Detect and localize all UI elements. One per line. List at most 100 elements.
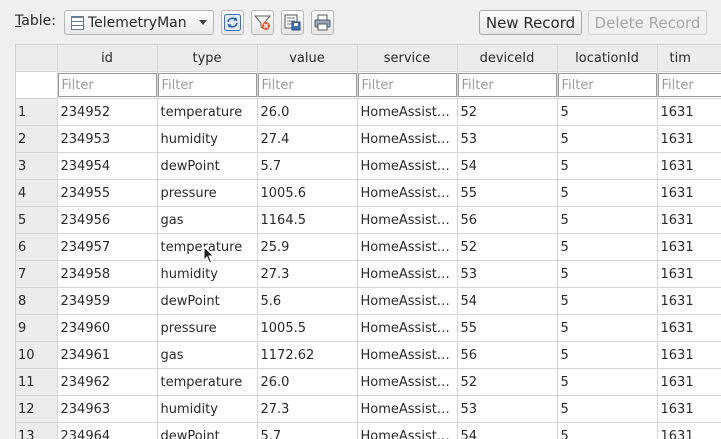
cell-value[interactable]: 26.0 bbox=[257, 369, 357, 396]
cell-deviceid[interactable]: 52 bbox=[457, 369, 557, 396]
table-row[interactable]: 11234962temperature26.0HomeAssist…525163… bbox=[16, 369, 721, 396]
refresh-button[interactable] bbox=[221, 10, 244, 35]
cell-locationid[interactable]: 5 bbox=[557, 369, 657, 396]
cell-id[interactable]: 234963 bbox=[57, 396, 157, 423]
cell-service[interactable]: HomeAssist… bbox=[357, 207, 457, 234]
cell-type[interactable]: pressure bbox=[157, 180, 257, 207]
filter-input-tim[interactable] bbox=[658, 73, 721, 97]
cell-id[interactable]: 234960 bbox=[57, 315, 157, 342]
cell-locationid[interactable]: 5 bbox=[557, 315, 657, 342]
column-header-service[interactable]: service bbox=[357, 45, 457, 72]
table-row[interactable]: 4234955pressure1005.6HomeAssist…5551631 bbox=[16, 180, 721, 207]
table-row[interactable]: 10234961gas1172.62HomeAssist…5651631 bbox=[16, 342, 721, 369]
cell-type[interactable]: gas bbox=[157, 207, 257, 234]
cell-id[interactable]: 234958 bbox=[57, 261, 157, 288]
cell-locationid[interactable]: 5 bbox=[557, 207, 657, 234]
column-header-tim[interactable]: tim bbox=[657, 45, 721, 72]
cell-value[interactable]: 1005.5 bbox=[257, 315, 357, 342]
table-row[interactable]: 9234960pressure1005.5HomeAssist…5551631 bbox=[16, 315, 721, 342]
new-record-button[interactable]: New Record bbox=[479, 10, 582, 35]
cell-tim[interactable]: 1631 bbox=[657, 153, 721, 180]
cell-locationid[interactable]: 5 bbox=[557, 423, 657, 439]
cell-value[interactable]: 5.6 bbox=[257, 288, 357, 315]
row-number[interactable]: 1 bbox=[16, 99, 57, 126]
cell-type[interactable]: dewPoint bbox=[157, 153, 257, 180]
cell-deviceid[interactable]: 52 bbox=[457, 99, 557, 126]
cell-type[interactable]: pressure bbox=[157, 315, 257, 342]
cell-type[interactable]: dewPoint bbox=[157, 423, 257, 439]
table-row[interactable]: 5234956gas1164.5HomeAssist…5651631 bbox=[16, 207, 721, 234]
cell-tim[interactable]: 1631 bbox=[657, 234, 721, 261]
cell-service[interactable]: HomeAssist… bbox=[357, 423, 457, 439]
cell-id[interactable]: 234952 bbox=[57, 99, 157, 126]
cell-tim[interactable]: 1631 bbox=[657, 207, 721, 234]
row-number[interactable]: 2 bbox=[16, 126, 57, 153]
cell-service[interactable]: HomeAssist… bbox=[357, 234, 457, 261]
table-row[interactable]: 6234957temperature25.9HomeAssist…5251631 bbox=[16, 234, 721, 261]
column-header-type[interactable]: type bbox=[157, 45, 257, 72]
cell-service[interactable]: HomeAssist… bbox=[357, 369, 457, 396]
cell-value[interactable]: 5.7 bbox=[257, 153, 357, 180]
cell-value[interactable]: 5.7 bbox=[257, 423, 357, 439]
cell-tim[interactable]: 1631 bbox=[657, 396, 721, 423]
cell-locationid[interactable]: 5 bbox=[557, 288, 657, 315]
cell-value[interactable]: 27.4 bbox=[257, 126, 357, 153]
cell-service[interactable]: HomeAssist… bbox=[357, 342, 457, 369]
cell-deviceid[interactable]: 55 bbox=[457, 315, 557, 342]
cell-id[interactable]: 234964 bbox=[57, 423, 157, 439]
cell-deviceid[interactable]: 53 bbox=[457, 396, 557, 423]
row-number[interactable]: 11 bbox=[16, 369, 57, 396]
cell-service[interactable]: HomeAssist… bbox=[357, 396, 457, 423]
cell-id[interactable]: 234962 bbox=[57, 369, 157, 396]
filter-input-locationid[interactable] bbox=[558, 73, 657, 97]
cell-deviceid[interactable]: 54 bbox=[457, 288, 557, 315]
cell-service[interactable]: HomeAssist… bbox=[357, 99, 457, 126]
cell-type[interactable]: humidity bbox=[157, 261, 257, 288]
table-row[interactable]: 12234963humidity27.3HomeAssist…5351631 bbox=[16, 396, 721, 423]
row-number[interactable]: 9 bbox=[16, 315, 57, 342]
table-row[interactable]: 3234954dewPoint5.7HomeAssist…5451631 bbox=[16, 153, 721, 180]
cell-tim[interactable]: 1631 bbox=[657, 288, 721, 315]
cell-id[interactable]: 234956 bbox=[57, 207, 157, 234]
cell-locationid[interactable]: 5 bbox=[557, 396, 657, 423]
cell-service[interactable]: HomeAssist… bbox=[357, 288, 457, 315]
cell-tim[interactable]: 1631 bbox=[657, 126, 721, 153]
cell-deviceid[interactable]: 52 bbox=[457, 234, 557, 261]
cell-id[interactable]: 234957 bbox=[57, 234, 157, 261]
cell-id[interactable]: 234961 bbox=[57, 342, 157, 369]
cell-value[interactable]: 25.9 bbox=[257, 234, 357, 261]
table-row[interactable]: 7234958humidity27.3HomeAssist…5351631 bbox=[16, 261, 721, 288]
cell-service[interactable]: HomeAssist… bbox=[357, 153, 457, 180]
cell-value[interactable]: 27.3 bbox=[257, 261, 357, 288]
column-header-id[interactable]: id bbox=[57, 45, 157, 72]
cell-type[interactable]: dewPoint bbox=[157, 288, 257, 315]
column-header-value[interactable]: value bbox=[257, 45, 357, 72]
row-number[interactable]: 8 bbox=[16, 288, 57, 315]
cell-type[interactable]: temperature bbox=[157, 99, 257, 126]
cell-deviceid[interactable]: 53 bbox=[457, 126, 557, 153]
cell-value[interactable]: 1164.5 bbox=[257, 207, 357, 234]
filter-input-type[interactable] bbox=[158, 73, 257, 97]
cell-tim[interactable]: 1631 bbox=[657, 423, 721, 439]
filter-input-deviceid[interactable] bbox=[458, 73, 557, 97]
cell-tim[interactable]: 1631 bbox=[657, 315, 721, 342]
cell-deviceid[interactable]: 54 bbox=[457, 153, 557, 180]
column-header-locationid[interactable]: locationId bbox=[557, 45, 657, 72]
cell-id[interactable]: 234955 bbox=[57, 180, 157, 207]
cell-value[interactable]: 1005.6 bbox=[257, 180, 357, 207]
cell-tim[interactable]: 1631 bbox=[657, 369, 721, 396]
table-row[interactable]: 1234952temperature26.0HomeAssist…5251631 bbox=[16, 99, 721, 126]
cell-service[interactable]: HomeAssist… bbox=[357, 261, 457, 288]
cell-deviceid[interactable]: 53 bbox=[457, 261, 557, 288]
row-number[interactable]: 7 bbox=[16, 261, 57, 288]
cell-locationid[interactable]: 5 bbox=[557, 180, 657, 207]
cell-id[interactable]: 234959 bbox=[57, 288, 157, 315]
cell-tim[interactable]: 1631 bbox=[657, 180, 721, 207]
cell-value[interactable]: 27.3 bbox=[257, 396, 357, 423]
table-row[interactable]: 8234959dewPoint5.6HomeAssist…5451631 bbox=[16, 288, 721, 315]
row-number[interactable]: 6 bbox=[16, 234, 57, 261]
cell-type[interactable]: humidity bbox=[157, 396, 257, 423]
table-select[interactable]: TelemetryMan bbox=[64, 10, 214, 35]
row-number[interactable]: 3 bbox=[16, 153, 57, 180]
cell-tim[interactable]: 1631 bbox=[657, 342, 721, 369]
